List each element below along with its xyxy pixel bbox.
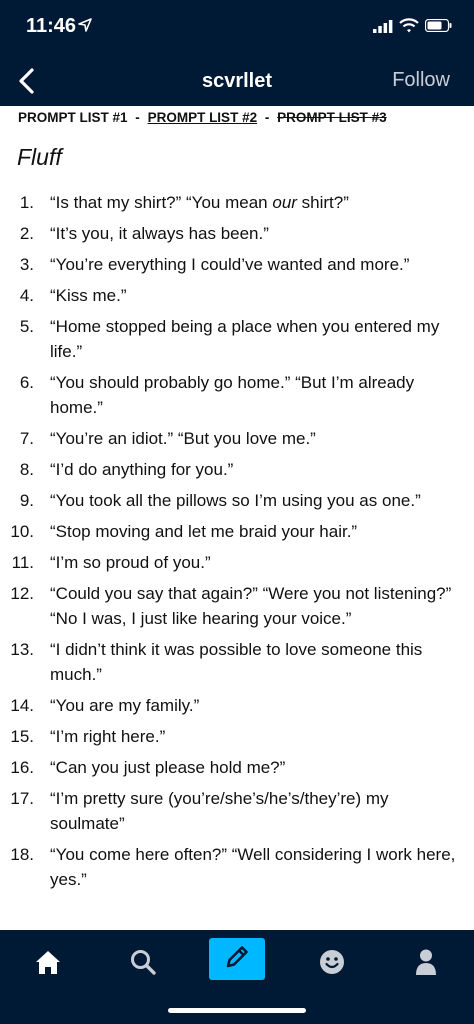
item-text: “It’s you, it always has been.” <box>50 224 269 243</box>
item-number: 5. <box>19 317 34 336</box>
search-icon <box>129 948 157 981</box>
prompt-list-1-link[interactable]: PROMPT LIST #1 <box>18 110 128 125</box>
list-item: 12. “Could you say that again?” “Were yo… <box>0 581 474 631</box>
home-icon <box>34 949 62 980</box>
person-icon <box>414 948 438 981</box>
pencil-icon <box>222 942 252 977</box>
item-number: 18. <box>10 845 34 864</box>
item-number: 12. <box>10 584 34 603</box>
link-separator: - <box>264 110 270 125</box>
item-text: “Can you just please hold me?” <box>50 758 286 777</box>
item-text: “You should probably go home.” “But I’m … <box>50 373 415 417</box>
list-item: 15. “I’m right here.” <box>0 724 474 749</box>
follow-button[interactable]: Follow <box>392 69 450 92</box>
item-text: “You’re an idiot.” “But you love me.” <box>50 429 316 448</box>
item-number: 2. <box>19 224 34 243</box>
list-item: 8. “I’d do anything for you.” <box>0 457 474 482</box>
nav-bar: scvrllet Follow <box>0 56 474 106</box>
item-number: 11. <box>11 553 34 572</box>
item-number: 13. <box>10 640 34 659</box>
item-number: 7. <box>19 429 34 448</box>
item-number: 8. <box>19 460 34 479</box>
item-text: “You come here often?” “Well considering… <box>50 845 456 889</box>
section-title: Fluff <box>17 144 62 170</box>
tab-home[interactable] <box>26 942 70 986</box>
item-number: 6. <box>19 373 34 392</box>
item-number: 10. <box>10 522 34 541</box>
item-text: “You are my family.” <box>50 696 200 715</box>
prompt-list-3-link[interactable]: PROMPT LIST #3 <box>277 110 387 125</box>
status-time: 11:46 <box>26 15 77 37</box>
list-item: 7. “You’re an idiot.” “But you love me.” <box>0 426 474 451</box>
tab-bar <box>0 930 474 1024</box>
tab-compose[interactable] <box>209 938 265 980</box>
battery-icon <box>424 18 452 37</box>
wifi-icon <box>399 18 419 38</box>
post-content: PROMPT LIST #1 - PROMPT LIST #2 - PROMPT… <box>0 106 474 930</box>
list-item: 16. “Can you just please hold me?” <box>0 755 474 780</box>
smiley-icon <box>318 948 346 981</box>
item-number: 3. <box>19 255 34 274</box>
item-emphasis: our <box>272 193 297 212</box>
item-number: 17. <box>10 789 34 808</box>
item-text: “I’m so proud of you.” <box>50 553 211 572</box>
list-item: 6. “You should probably go home.” “But I… <box>0 370 474 420</box>
prompt-list-2-link[interactable]: PROMPT LIST #2 <box>148 110 258 125</box>
item-text: “You’re everything I could’ve wanted and… <box>50 255 410 274</box>
item-number: 16. <box>10 758 34 777</box>
signal-icon <box>373 20 393 38</box>
list-item: 11. “I’m so proud of you.” <box>0 550 474 575</box>
item-text: “Home stopped being a place when you ent… <box>50 317 440 361</box>
item-text: “You took all the pillows so I’m using y… <box>50 491 421 510</box>
prompt-list-links: PROMPT LIST #1 - PROMPT LIST #2 - PROMPT… <box>18 110 387 125</box>
item-text: “I didn’t think it was possible to love … <box>50 640 423 684</box>
status-bar: 11:46 <box>0 0 474 56</box>
list-item: 5. “Home stopped being a place when you … <box>0 314 474 364</box>
tab-search[interactable] <box>121 942 165 986</box>
list-item: 1. “Is that my shirt?” “You mean our shi… <box>0 190 474 215</box>
item-number: 9. <box>19 491 34 510</box>
tab-activity[interactable] <box>310 942 354 986</box>
item-number: 1. <box>19 193 34 212</box>
item-text-after: shirt?” <box>296 193 349 212</box>
list-item: 9. “You took all the pillows so I’m usin… <box>0 488 474 513</box>
item-number: 15. <box>10 727 34 746</box>
home-indicator <box>168 1008 306 1013</box>
location-arrow-icon <box>78 18 92 37</box>
list-item: 13. “I didn’t think it was possible to l… <box>0 637 474 687</box>
list-item: 18. “You come here often?” “Well conside… <box>0 842 474 892</box>
list-item: 14. “You are my family.” <box>0 693 474 718</box>
list-item: 3. “You’re everything I could’ve wanted … <box>0 252 474 277</box>
list-item: 10. “Stop moving and let me braid your h… <box>0 519 474 544</box>
item-text: “Stop moving and let me braid your hair.… <box>50 522 358 541</box>
item-text: “Kiss me.” <box>50 286 127 305</box>
list-item: 4. “Kiss me.” <box>0 283 474 308</box>
item-text: “Could you say that again?” “Were you no… <box>50 584 452 628</box>
list-item: 17. “I’m pretty sure (you’re/she’s/he’s/… <box>0 786 474 836</box>
item-text: “Is that my shirt?” “You mean <box>50 193 273 212</box>
item-text: “I’m right here.” <box>50 727 166 746</box>
prompt-list: 1. “Is that my shirt?” “You mean our shi… <box>0 190 474 898</box>
tab-account[interactable] <box>404 942 448 986</box>
list-item: 2. “It’s you, it always has been.” <box>0 221 474 246</box>
item-text: “I’d do anything for you.” <box>50 460 234 479</box>
item-text: “I’m pretty sure (you’re/she’s/he’s/they… <box>50 789 389 833</box>
link-separator: - <box>135 110 140 125</box>
item-number: 4. <box>19 286 34 305</box>
item-number: 14. <box>10 696 34 715</box>
